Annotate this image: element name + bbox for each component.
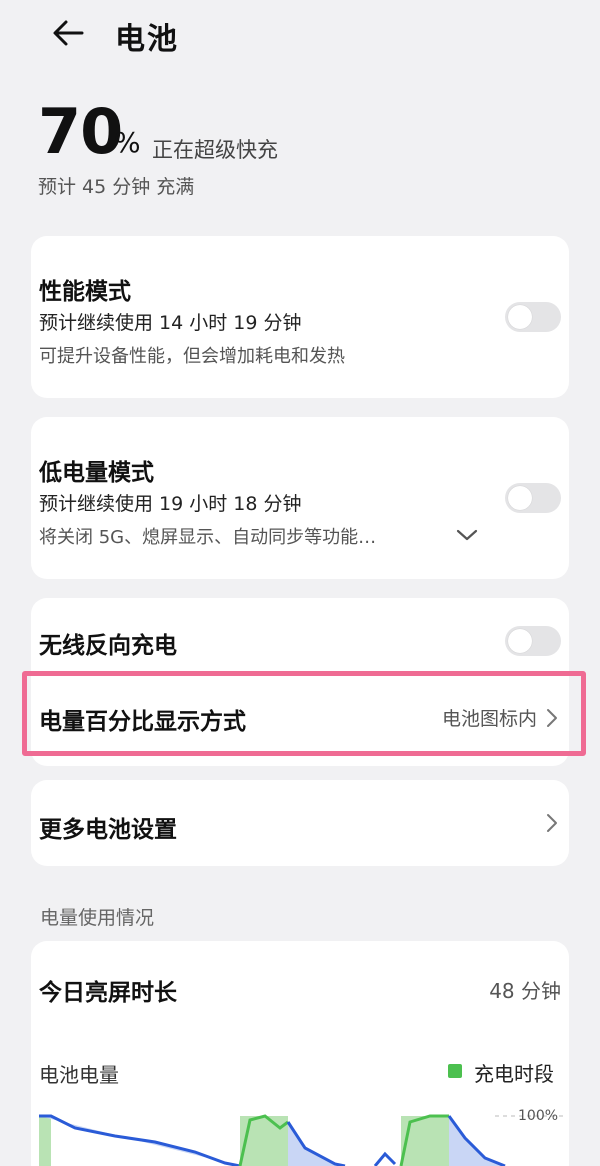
battery-level-label: 电池电量 — [39, 1063, 119, 1087]
chevron-right-icon — [547, 709, 557, 727]
charging-period-2 — [240, 1116, 288, 1166]
percent-display-value: 电池图标内 — [441, 708, 537, 730]
top-app-bar: 电池 — [0, 0, 600, 70]
battery-level-line — [39, 1114, 241, 1166]
low-power-mode-title: 低电量模式 — [39, 460, 154, 486]
low-power-mode-note: 将关闭 5G、熄屏显示、自动同步等功能… — [39, 527, 377, 548]
battery-level-line — [373, 1151, 397, 1166]
more-battery-settings-title: 更多电池设置 — [39, 817, 177, 843]
more-battery-settings-row[interactable]: 更多电池设置 — [31, 780, 569, 866]
wireless-reverse-charging-toggle[interactable] — [505, 626, 561, 656]
performance-mode-estimate: 预计继续使用 14 小时 19 分钟 — [39, 312, 302, 334]
usage-section-label: 电量使用情况 — [40, 907, 155, 929]
charging-status: 正在超级快充 — [152, 138, 278, 162]
battery-axis-max-label: 100% — [518, 1108, 559, 1124]
low-power-mode-card: 低电量模式 预计继续使用 19 小时 18 分钟 将关闭 5G、熄屏显示、自动同… — [31, 417, 569, 579]
battery-percent-unit: % — [114, 126, 141, 159]
percent-display-title: 电量百分比显示方式 — [39, 709, 246, 735]
screen-time-label: 今日亮屏时长 — [39, 980, 177, 1006]
back-arrow-icon[interactable] — [50, 14, 88, 52]
low-power-mode-estimate: 预计继续使用 19 小时 18 分钟 — [39, 493, 302, 515]
battery-percent: 70 — [38, 95, 123, 168]
performance-mode-card: 性能模式 预计继续使用 14 小时 19 分钟 可提升设备性能，但会增加耗电和发… — [31, 236, 569, 398]
expand-chevron-down-icon[interactable] — [455, 527, 479, 543]
battery-level-chart — [39, 1114, 565, 1166]
battery-level-fill — [288, 1122, 345, 1166]
charging-options-card: 无线反向充电 电量百分比显示方式 电池图标内 — [31, 598, 569, 766]
charging-legend-swatch — [448, 1064, 462, 1078]
performance-mode-toggle[interactable] — [505, 302, 561, 332]
charging-period-1 — [39, 1116, 51, 1166]
wireless-reverse-charging-title: 无线反向充电 — [39, 633, 177, 659]
percent-display-row[interactable]: 电量百分比显示方式 电池图标内 — [31, 682, 569, 750]
performance-mode-title: 性能模式 — [39, 279, 131, 305]
chevron-right-icon — [547, 814, 557, 832]
charge-estimate: 预计 45 分钟 充满 — [38, 176, 195, 198]
performance-mode-note: 可提升设备性能，但会增加耗电和发热 — [39, 346, 345, 367]
battery-level-fill — [449, 1116, 505, 1166]
low-power-mode-toggle[interactable] — [505, 483, 561, 513]
screen-time-value: 48 分钟 — [489, 979, 561, 1003]
page-title: 电池 — [115, 22, 179, 57]
charging-legend-label: 充电时段 — [474, 1062, 554, 1086]
